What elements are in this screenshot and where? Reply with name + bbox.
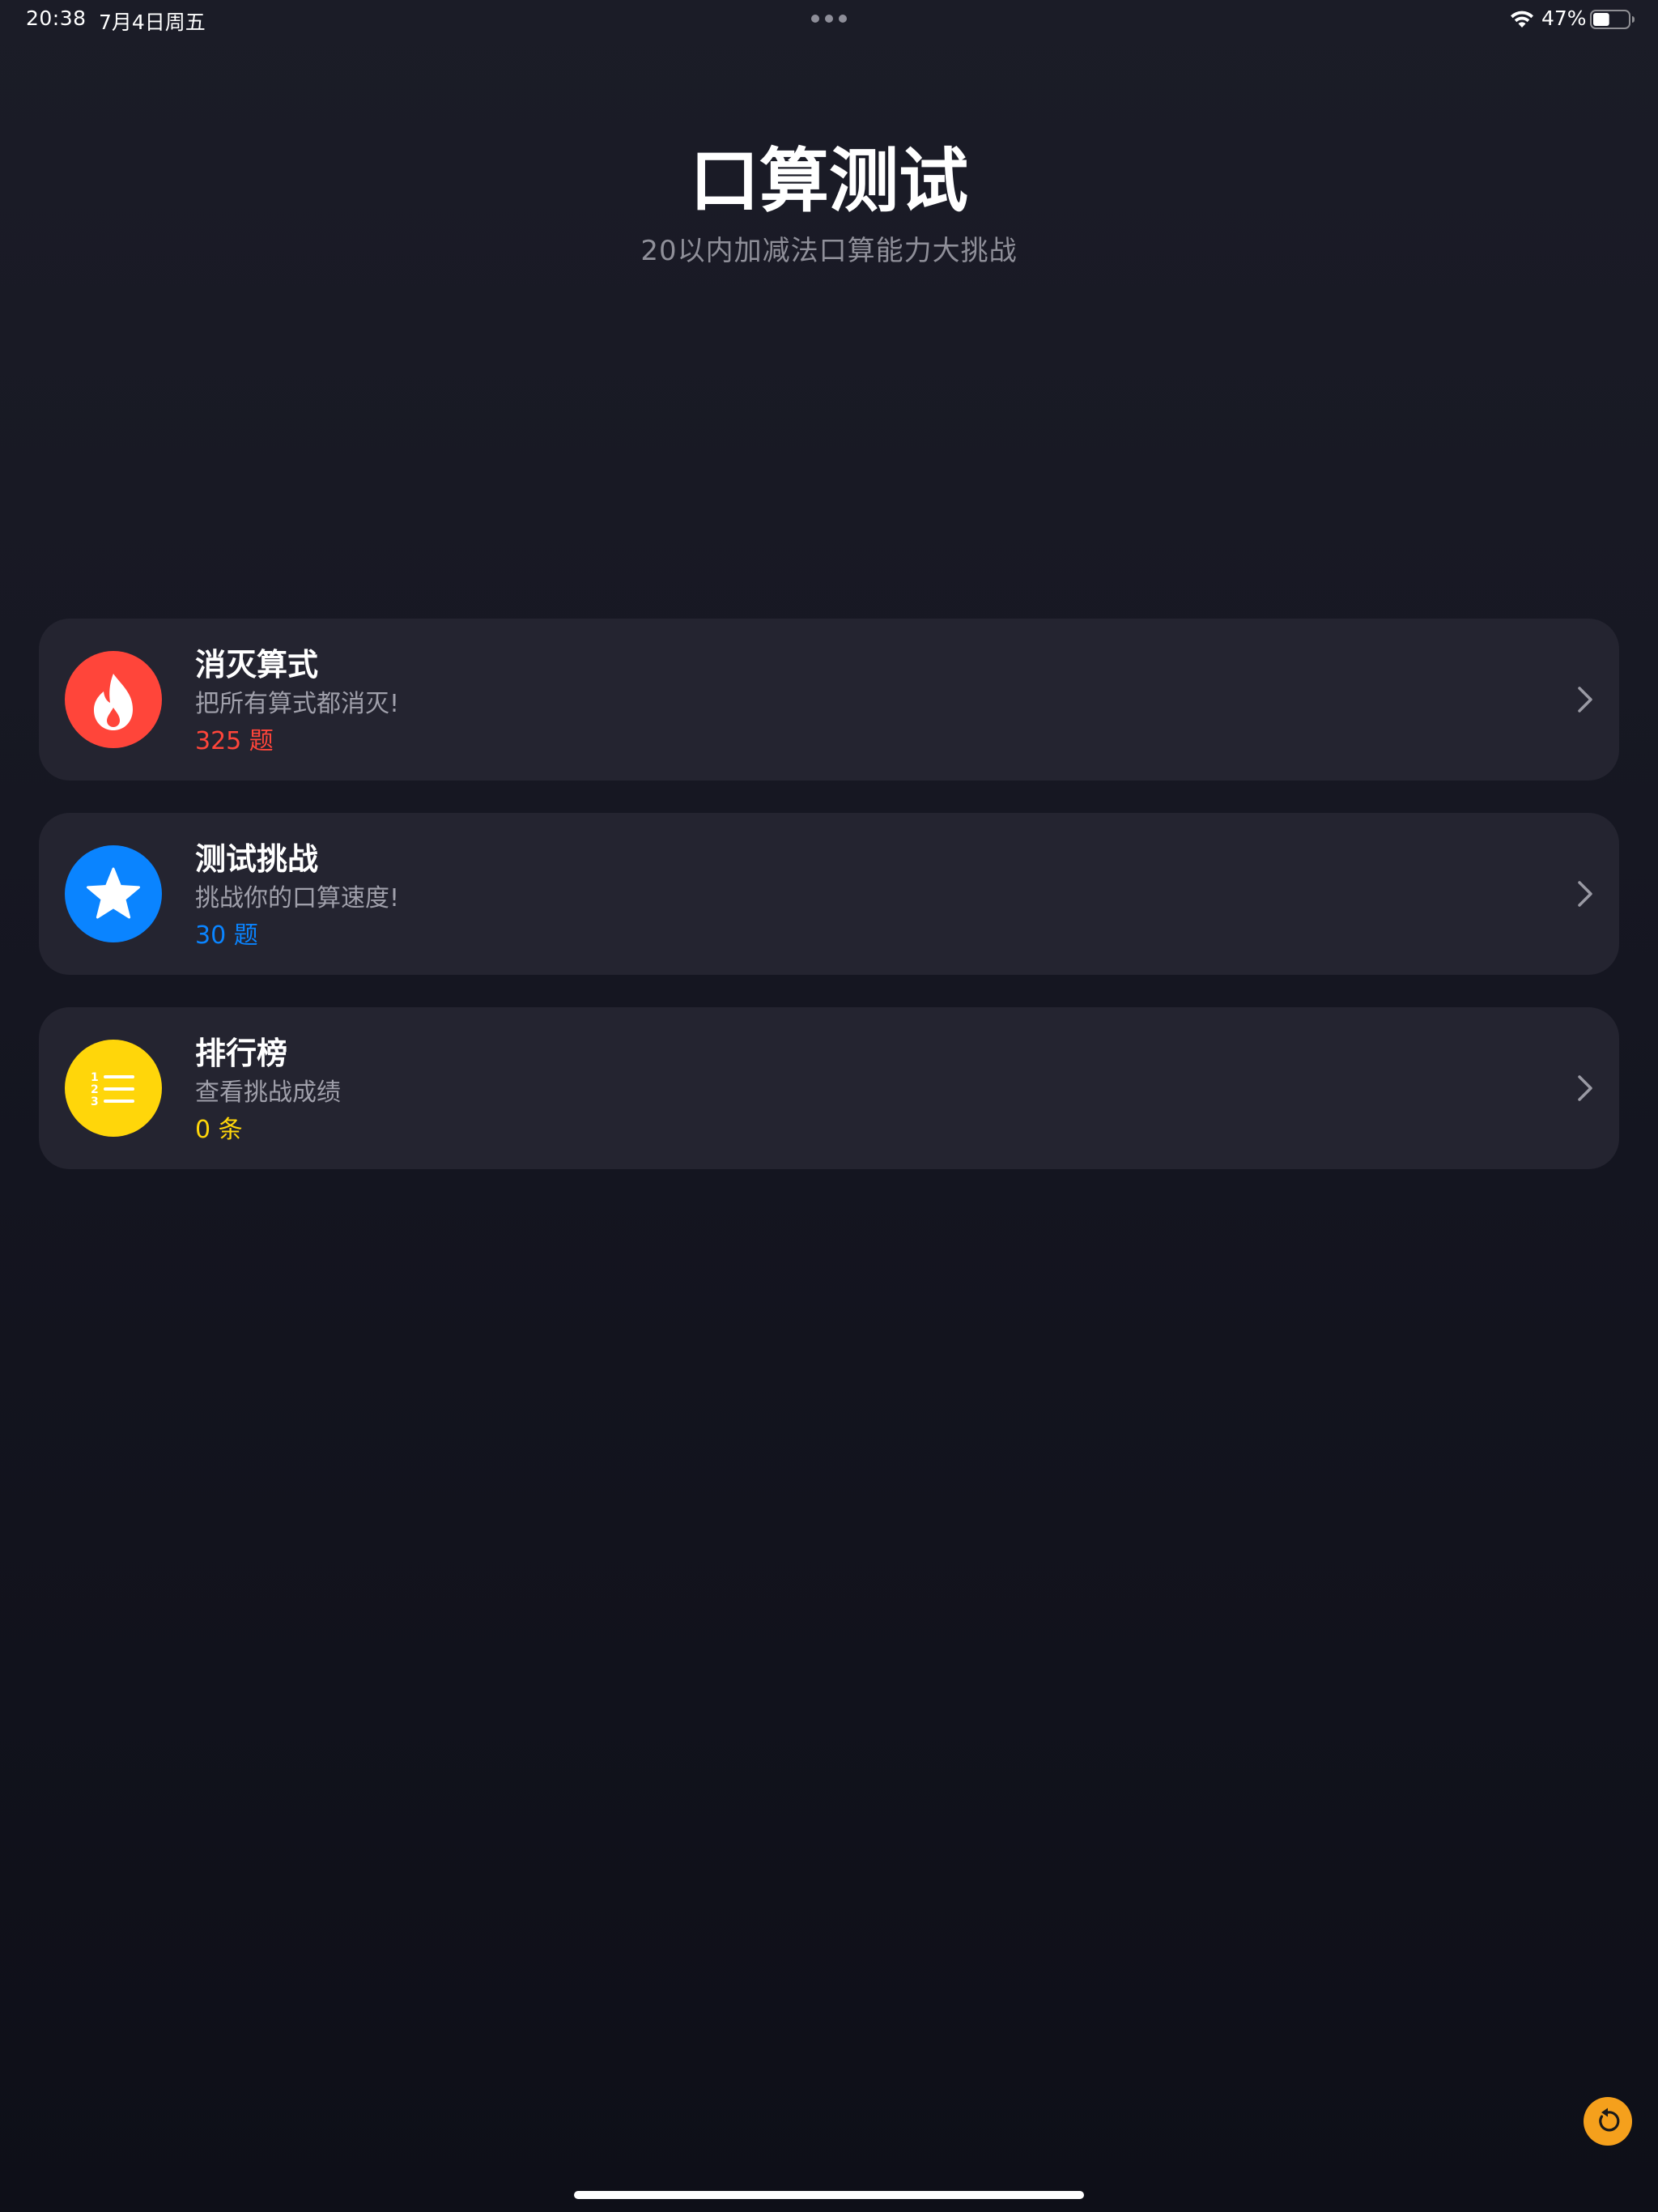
leaderboard-card[interactable]: 1 2 3 排行榜 查看挑战成绩 0 条 — [39, 1007, 1619, 1169]
card-count: 30 题 — [195, 921, 258, 950]
wifi-icon — [1511, 11, 1533, 28]
card-title: 消灭算式 — [195, 647, 319, 683]
status-date: 7月4日周五 — [99, 11, 206, 34]
test-challenge-card[interactable]: 测试挑战 挑战你的口算速度! 30 题 — [39, 813, 1619, 975]
card-count: 325 题 — [195, 727, 274, 755]
card-description: 把所有算式都消灭! — [195, 690, 400, 718]
status-time: 20:38 — [26, 6, 87, 30]
multitasking-dots-icon[interactable] — [811, 14, 847, 23]
numbered-list-icon: 1 2 3 — [65, 1040, 162, 1137]
svg-text:3: 3 — [91, 1095, 99, 1108]
flame-icon — [65, 651, 162, 748]
refresh-icon — [1599, 2108, 1620, 2132]
card-description: 挑战你的口算速度! — [195, 884, 400, 912]
battery-percentage: 47% — [1541, 6, 1587, 30]
card-description: 查看挑战成绩 — [195, 1078, 341, 1107]
chevron-right-icon — [1578, 1075, 1592, 1101]
chevron-right-icon — [1578, 687, 1592, 713]
card-title: 测试挑战 — [195, 841, 319, 877]
status-bar: 20:38 7月4日周五 47% — [0, 0, 1658, 39]
refresh-button[interactable] — [1584, 2097, 1632, 2146]
card-title: 排行榜 — [195, 1036, 288, 1071]
card-count: 0 条 — [195, 1116, 243, 1144]
chevron-right-icon — [1578, 881, 1592, 907]
svg-text:2: 2 — [91, 1083, 99, 1096]
home-indicator[interactable] — [574, 2191, 1084, 2199]
page-subtitle: 20以内加减法口算能力大挑战 — [640, 235, 1018, 267]
battery-icon — [1590, 10, 1635, 29]
svg-text:1: 1 — [91, 1071, 99, 1084]
page-title: 口算测试 — [690, 141, 968, 222]
eliminate-equations-card[interactable]: 消灭算式 把所有算式都消灭! 325 题 — [39, 619, 1619, 781]
star-icon — [65, 845, 162, 942]
